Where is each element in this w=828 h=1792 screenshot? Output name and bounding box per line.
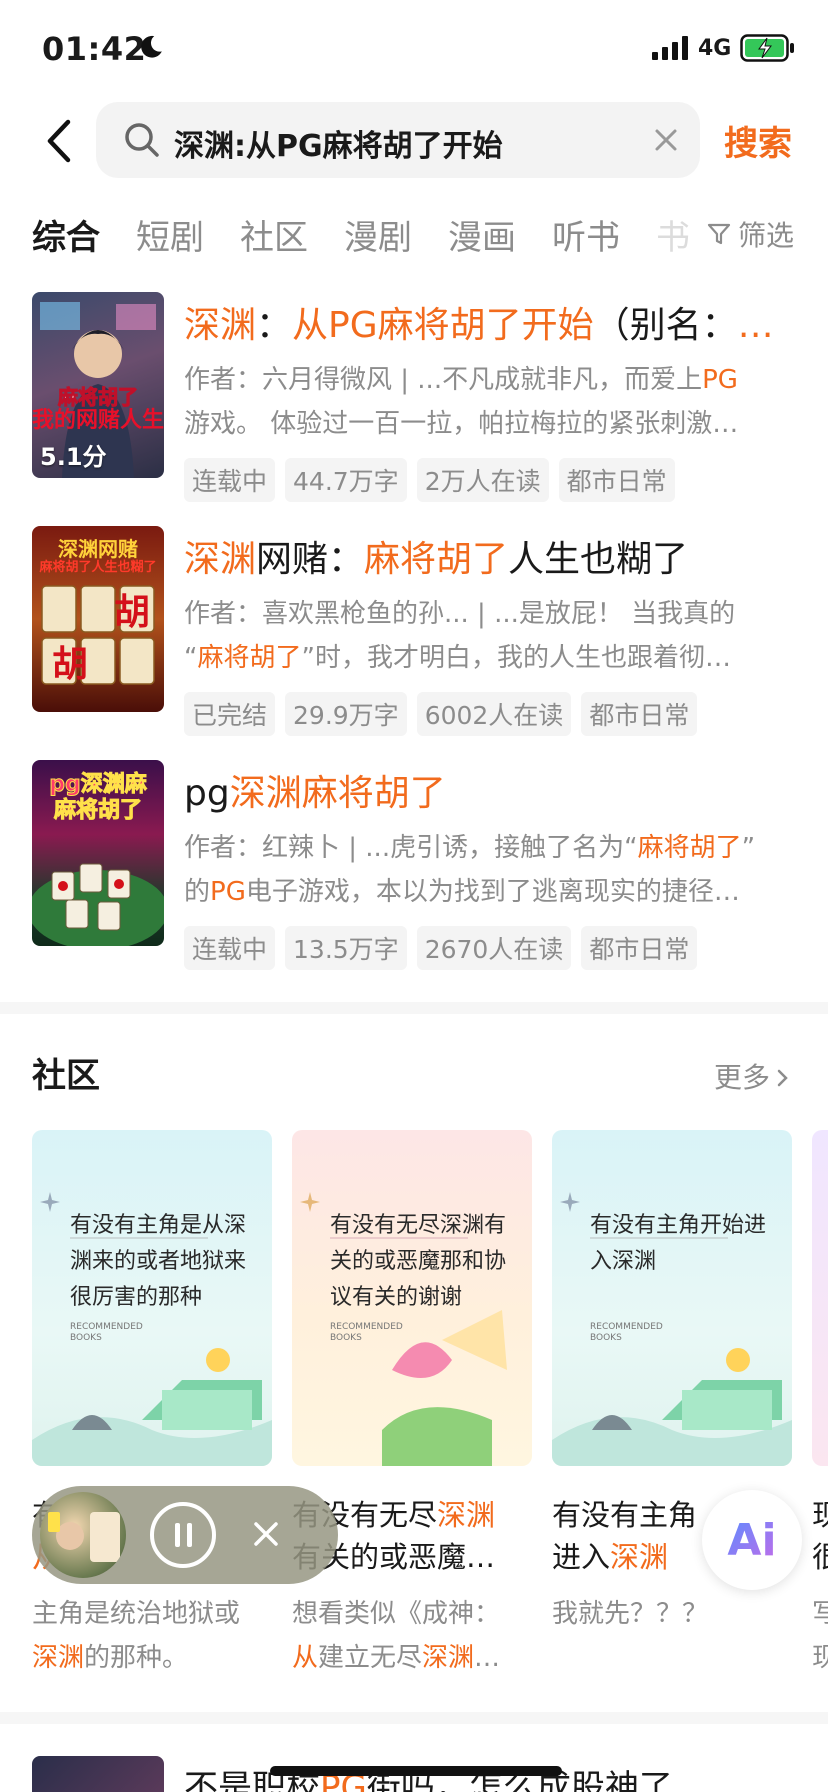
clear-icon[interactable] [652,126,680,154]
post-description: 我就先？？？ [552,1599,709,1629]
book-title: 深渊：从PG麻将胡了开始（别名：… [184,305,774,346]
tab-community[interactable]: 社区 [240,210,308,259]
book-tags: 连载中 13.5万字 2670人在读 都市日常 [184,926,698,970]
filter-button[interactable]: 筛选 [696,214,795,254]
search-input[interactable]: 深渊:从PG麻将胡了开始 [174,121,503,165]
post-title-fragment: 很 [812,1540,828,1574]
book-cover[interactable]: 胡 胡 深渊网赌 麻将胡了人生也糊了 [32,526,164,712]
chevron-right-icon [777,1069,788,1087]
tab-anime-drama[interactable]: 漫剧 [344,210,412,259]
status-tag: 连载中 [184,926,276,970]
svg-text:胡: 胡 [52,644,88,685]
book-title[interactable]: 不是职校PG街吗，怎么成股神了 [184,1760,673,1792]
post-description: 想看类似《成神： 从建立无尽深渊… [292,1599,501,1673]
tab-short-drama[interactable]: 短剧 [136,210,204,259]
tab-comics[interactable]: 漫画 [448,210,516,259]
filter-icon [707,223,731,245]
community-card[interactable]: 有没有无尽深渊有关的或恶魔那和协议有关的谢谢 RECOMMENDED BOOKS [292,1130,532,1466]
close-icon[interactable] [246,1514,286,1554]
genre-tag: 都市日常 [558,458,675,502]
floating-player[interactable] [32,1486,338,1584]
book-description: 作者：六月得微风 | ...不凡成就非凡，而爱上PG 游戏。 体验过一百一拉，帕… [184,365,739,439]
post-title[interactable]: 现 很 [812,1494,828,1578]
book-result[interactable]: 麻将胡了 我的网赌人生 5.1分 深渊：从PG麻将胡了开始（别名：… 作者：六月… [0,292,828,502]
community-card[interactable]: 有没有主角开始进入深渊 RECOMMENDED BOOKS [552,1130,792,1466]
cover-title: pg深渊麻 [49,772,148,798]
book-result[interactable]: 胡 胡 深渊网赌 麻将胡了人生也糊了 深渊网赌：麻将胡了人生也糊了 作者：喜欢黑… [0,526,828,736]
status-time: 01:42 [42,30,147,68]
cover-title: 我的网赌人生 [32,408,164,433]
cover-title: 麻将胡了人生也糊了 [39,560,157,575]
back-arrow-icon[interactable] [40,116,80,166]
pause-icon[interactable] [150,1502,216,1568]
book-cover[interactable] [32,1756,164,1792]
ai-assistant-button[interactable]: Ai [702,1490,802,1590]
genre-tag: 都市日常 [581,692,698,736]
more-link[interactable]: 更多 [714,1056,792,1096]
book-title: pg深渊麻将胡了 [184,773,446,814]
card-rec-text: RECOMMENDED BOOKS [330,1322,403,1343]
genre-tag: 都市日常 [581,926,698,970]
search-box[interactable]: 深渊:从PG麻将胡了开始 [96,102,700,178]
player-cover[interactable] [40,1492,126,1578]
cover-title: 麻将胡了 [53,798,142,824]
card-rec-text: RECOMMENDED BOOKS [70,1322,143,1343]
book-score: 5.1分 [40,443,107,471]
section-title-community: 社区 [32,1056,100,1096]
book-description: 作者：喜欢黑枪鱼的孙... | ...是放屁！ 当我真的 “麻将胡了”时，我才明… [184,599,736,673]
book-title: 深渊网赌：麻将胡了人生也糊了 [184,539,689,580]
post-desc-fragment: 现 [812,1643,828,1673]
book-description: 作者：红辣卜 | ...虎引诱，接触了名为“麻将胡了” 的PG电子游戏，本以为找… [184,833,756,907]
book-result[interactable]: pg深渊麻 麻将胡了 pg深渊麻将胡了 作者：红辣卜 | ...虎引诱，接触了名… [0,760,828,970]
card-rec-text: RECOMMENDED BOOKS [590,1322,663,1343]
status-tag: 连载中 [184,458,276,502]
readers-tag: 2670人在读 [416,926,572,970]
battery-charging-icon [740,34,794,62]
card-image-text: 有没有主角开始进入深渊 [590,1213,767,1274]
book-cover[interactable]: pg深渊麻 麻将胡了 [32,760,164,946]
readers-tag: 2万人在读 [416,458,549,502]
network-type: 4G [698,36,732,61]
book-tags: 已完结 29.9万字 6002人在读 都市日常 [184,692,698,736]
word-count-tag: 44.7万字 [285,458,407,502]
tab-all[interactable]: 综合 [32,210,100,259]
moon-icon [141,35,162,58]
category-tabs: 综合 短剧 社区 漫剧 漫画 听书 书 筛选 [0,206,828,266]
ai-label: Ai [727,1514,777,1566]
search-icon [125,123,159,157]
book-cover[interactable]: 麻将胡了 我的网赌人生 5.1分 [32,292,164,478]
book-tags: 连载中 44.7万字 2万人在读 都市日常 [184,458,675,502]
tab-books[interactable]: 书 [656,210,690,259]
word-count-tag: 13.5万字 [285,926,407,970]
readers-tag: 6002人在读 [416,692,572,736]
community-card[interactable] [812,1130,828,1466]
signal-icon [652,36,688,60]
community-card[interactable]: 有没有主角是从深渊来的或者地狱来很厉害的那种 RECOMMENDED BOOKS [32,1130,272,1466]
card-image-text: 有没有无尽深渊有关的或恶魔那和协议有关的谢谢 [330,1213,507,1310]
status-tag: 已完结 [184,692,276,736]
home-indicator[interactable] [270,1766,562,1776]
section-divider [0,1712,828,1724]
tab-audiobooks[interactable]: 听书 [552,210,620,259]
post-description: 主角是统治地狱或 深渊的那种。 [32,1599,241,1673]
post-desc-fragment: 写 [812,1599,828,1629]
post-title-fragment: 现 [812,1498,828,1532]
section-divider [0,1002,828,1014]
word-count-tag: 29.9万字 [285,692,407,736]
card-image-text: 有没有主角是从深渊来的或者地狱来很厉害的那种 [70,1213,247,1310]
post-description: 写 现 [812,1592,828,1680]
svg-text:胡: 胡 [114,592,150,633]
filter-label: 筛选 [738,219,795,252]
more-label: 更多 [714,1061,771,1094]
status-bar: 01:42 4G [0,0,828,100]
cover-title: 深渊网赌 [58,537,138,561]
search-button[interactable]: 搜索 [724,116,792,165]
cover-title: 麻将胡了 [58,385,139,410]
